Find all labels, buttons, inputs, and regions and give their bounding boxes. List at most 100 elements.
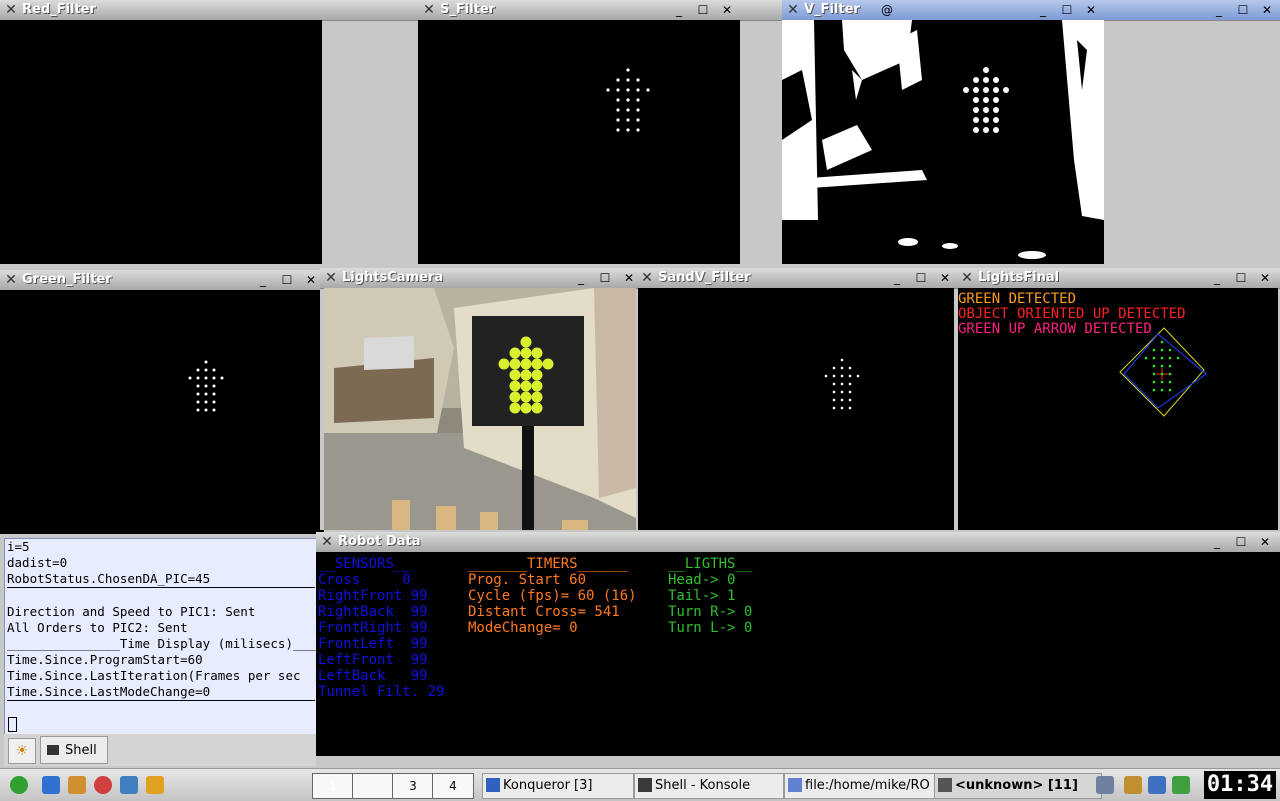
minimize-icon[interactable]: _ bbox=[1208, 270, 1226, 286]
led-dot bbox=[848, 366, 852, 370]
close-icon[interactable]: ✕ bbox=[302, 272, 320, 288]
x-app-icon: ✕ bbox=[787, 2, 799, 18]
minimize-icon[interactable]: _ bbox=[254, 272, 272, 288]
desktop-3[interactable]: 3 bbox=[392, 773, 434, 799]
led-dot bbox=[993, 77, 999, 83]
desktop-4[interactable]: 4 bbox=[432, 773, 474, 799]
s-filter-title: S_Filter bbox=[440, 2, 496, 17]
konqueror-launcher-icon[interactable] bbox=[68, 776, 86, 794]
v-filter-titlebar[interactable]: ✕ V_Filter @ _ ☐ ✕ _ ☐ ✕ bbox=[782, 0, 1280, 21]
close-icon[interactable]: ✕ bbox=[936, 270, 954, 286]
maximize-icon[interactable]: ☐ bbox=[596, 270, 614, 286]
s-filter-titlebar[interactable]: ✕ S_Filter _ ☐ ✕ bbox=[418, 0, 782, 21]
battery-icon[interactable] bbox=[1172, 776, 1190, 794]
editor-icon[interactable] bbox=[146, 776, 164, 794]
robot-data-titlebar[interactable]: ✕ Robot Data _ ☐ ✕ bbox=[316, 532, 1280, 553]
lights-final-window[interactable]: ✕ LightsFinal _ ☐ ✕ GREEN DETECTED OBJEC… bbox=[956, 268, 1280, 530]
clock[interactable]: 01:34 bbox=[1204, 771, 1276, 799]
shell-tab[interactable]: Shell bbox=[40, 736, 108, 764]
green-filter-window[interactable]: ✕ Green_Filter _ ☐ ✕ bbox=[0, 270, 324, 538]
s-filter-window[interactable]: ✕ S_Filter _ ☐ ✕ bbox=[418, 0, 782, 270]
robot-data-window[interactable]: ✕ Robot Data _ ☐ ✕ __SENSORS__ Cross 0 Ri… bbox=[316, 532, 1280, 756]
konsole-line: dadist=0 bbox=[7, 555, 68, 570]
maximize-icon[interactable]: ☐ bbox=[1232, 534, 1250, 550]
maximize-icon[interactable]: ☐ bbox=[1058, 2, 1076, 18]
led-dot bbox=[626, 68, 630, 72]
spiral-icon[interactable]: @ bbox=[878, 2, 896, 18]
minimize-icon[interactable]: _ bbox=[888, 270, 906, 286]
konsole-line: _______________Time Display (milisecs)__… bbox=[7, 636, 318, 651]
led-dot bbox=[832, 406, 836, 410]
lights-final-titlebar[interactable]: ✕ LightsFinal _ ☐ ✕ bbox=[956, 268, 1280, 289]
volume-icon[interactable] bbox=[1148, 776, 1166, 794]
maximize-icon[interactable]: ☐ bbox=[694, 2, 712, 18]
sandv-filter-titlebar[interactable]: ✕ SandV_Filter _ ☐ ✕ bbox=[636, 268, 956, 289]
led-dot bbox=[509, 358, 521, 370]
led-dot bbox=[520, 369, 532, 381]
close-icon[interactable]: ✕ bbox=[1082, 2, 1100, 18]
led-dot bbox=[973, 97, 979, 103]
terminal-icon bbox=[47, 745, 59, 755]
led-dot bbox=[1003, 87, 1009, 93]
close-icon[interactable]: ✕ bbox=[1256, 534, 1274, 550]
led-dot bbox=[520, 358, 532, 370]
led-dot bbox=[840, 406, 844, 410]
desktop-2[interactable]: 2 bbox=[352, 773, 394, 799]
led-dot bbox=[993, 117, 999, 123]
v-filter-window[interactable]: ✕ V_Filter @ _ ☐ ✕ _ ☐ ✕ bbox=[782, 0, 1280, 270]
konsole-output[interactable]: i=5 dadist=0 RobotStatus.ChosenDA_PIC=45 D… bbox=[4, 538, 318, 736]
task-shell-konsole[interactable]: Shell - Konsole bbox=[634, 773, 784, 799]
task-file-browser[interactable]: file:/home/mike/RO bbox=[784, 773, 938, 799]
maximize-icon[interactable]: ☐ bbox=[1234, 2, 1252, 18]
led-dot bbox=[498, 358, 510, 370]
network-icon[interactable] bbox=[1096, 776, 1114, 794]
led-dot bbox=[636, 108, 640, 112]
konsole-line: All Orders to PIC2: Sent bbox=[7, 620, 188, 635]
led-dot bbox=[1160, 388, 1164, 392]
led-dot bbox=[1160, 364, 1164, 368]
maximize-icon[interactable]: ☐ bbox=[278, 272, 296, 288]
sandv-filter-title: SandV_Filter bbox=[658, 270, 751, 285]
led-dot bbox=[520, 402, 532, 414]
settings-icon[interactable] bbox=[120, 776, 138, 794]
led-dot bbox=[626, 118, 630, 122]
led-dot bbox=[1152, 372, 1156, 376]
sandv-filter-window[interactable]: ✕ SandV_Filter _ ☐ ✕ bbox=[636, 268, 956, 530]
led-dot bbox=[973, 107, 979, 113]
new-session-icon[interactable]: ☀ bbox=[8, 738, 36, 764]
task-konqueror[interactable]: Konqueror [3] bbox=[482, 773, 634, 799]
lights-camera-window[interactable]: ✕ LightsCamera _ ☐ ✕ bbox=[320, 268, 636, 530]
minimize-icon[interactable]: _ bbox=[1208, 534, 1226, 550]
lights-camera-titlebar[interactable]: ✕ LightsCamera _ ☐ ✕ bbox=[320, 268, 636, 289]
led-dot bbox=[1152, 380, 1156, 384]
red-filter-window[interactable]: ✕ Red_Filter bbox=[0, 0, 418, 270]
close-icon[interactable]: ✕ bbox=[1256, 270, 1274, 286]
minimize-icon[interactable]: _ bbox=[1034, 2, 1052, 18]
minimize-icon[interactable]: _ bbox=[670, 2, 688, 18]
maximize-icon[interactable]: ☐ bbox=[912, 270, 930, 286]
minimize-icon[interactable]: _ bbox=[1210, 2, 1228, 18]
close-icon[interactable]: ✕ bbox=[1258, 2, 1276, 18]
desktop-4-label: 4 bbox=[449, 779, 457, 793]
home-icon[interactable] bbox=[42, 776, 60, 794]
maximize-icon[interactable]: ☐ bbox=[1232, 270, 1250, 286]
desktop-1[interactable]: 1 bbox=[312, 773, 354, 799]
task-unknown[interactable]: <unknown> [11] bbox=[934, 773, 1102, 799]
led-dot bbox=[824, 374, 828, 378]
close-icon[interactable]: ✕ bbox=[718, 2, 736, 18]
lights-camera-title: LightsCamera bbox=[342, 270, 444, 285]
klipper-icon[interactable] bbox=[1124, 776, 1142, 794]
red-filter-title: Red_Filter bbox=[22, 2, 96, 17]
help-icon[interactable] bbox=[94, 776, 112, 794]
minimize-icon[interactable]: _ bbox=[572, 270, 590, 286]
red-filter-titlebar[interactable]: ✕ Red_Filter bbox=[0, 0, 418, 21]
led-dot bbox=[188, 376, 192, 380]
green-filter-titlebar[interactable]: ✕ Green_Filter _ ☐ ✕ bbox=[0, 270, 324, 291]
kmenu-icon[interactable] bbox=[10, 776, 28, 794]
lights-final-image: GREEN DETECTED OBJECT ORIENTED UP DETECT… bbox=[958, 288, 1278, 530]
konsole-line: RobotStatus.ChosenDA_PIC=45 bbox=[7, 571, 315, 588]
konsole-line bbox=[7, 588, 315, 604]
led-dot bbox=[616, 128, 620, 132]
led-dot bbox=[204, 376, 208, 380]
timers-header: _______TIMERS______ bbox=[468, 556, 629, 572]
